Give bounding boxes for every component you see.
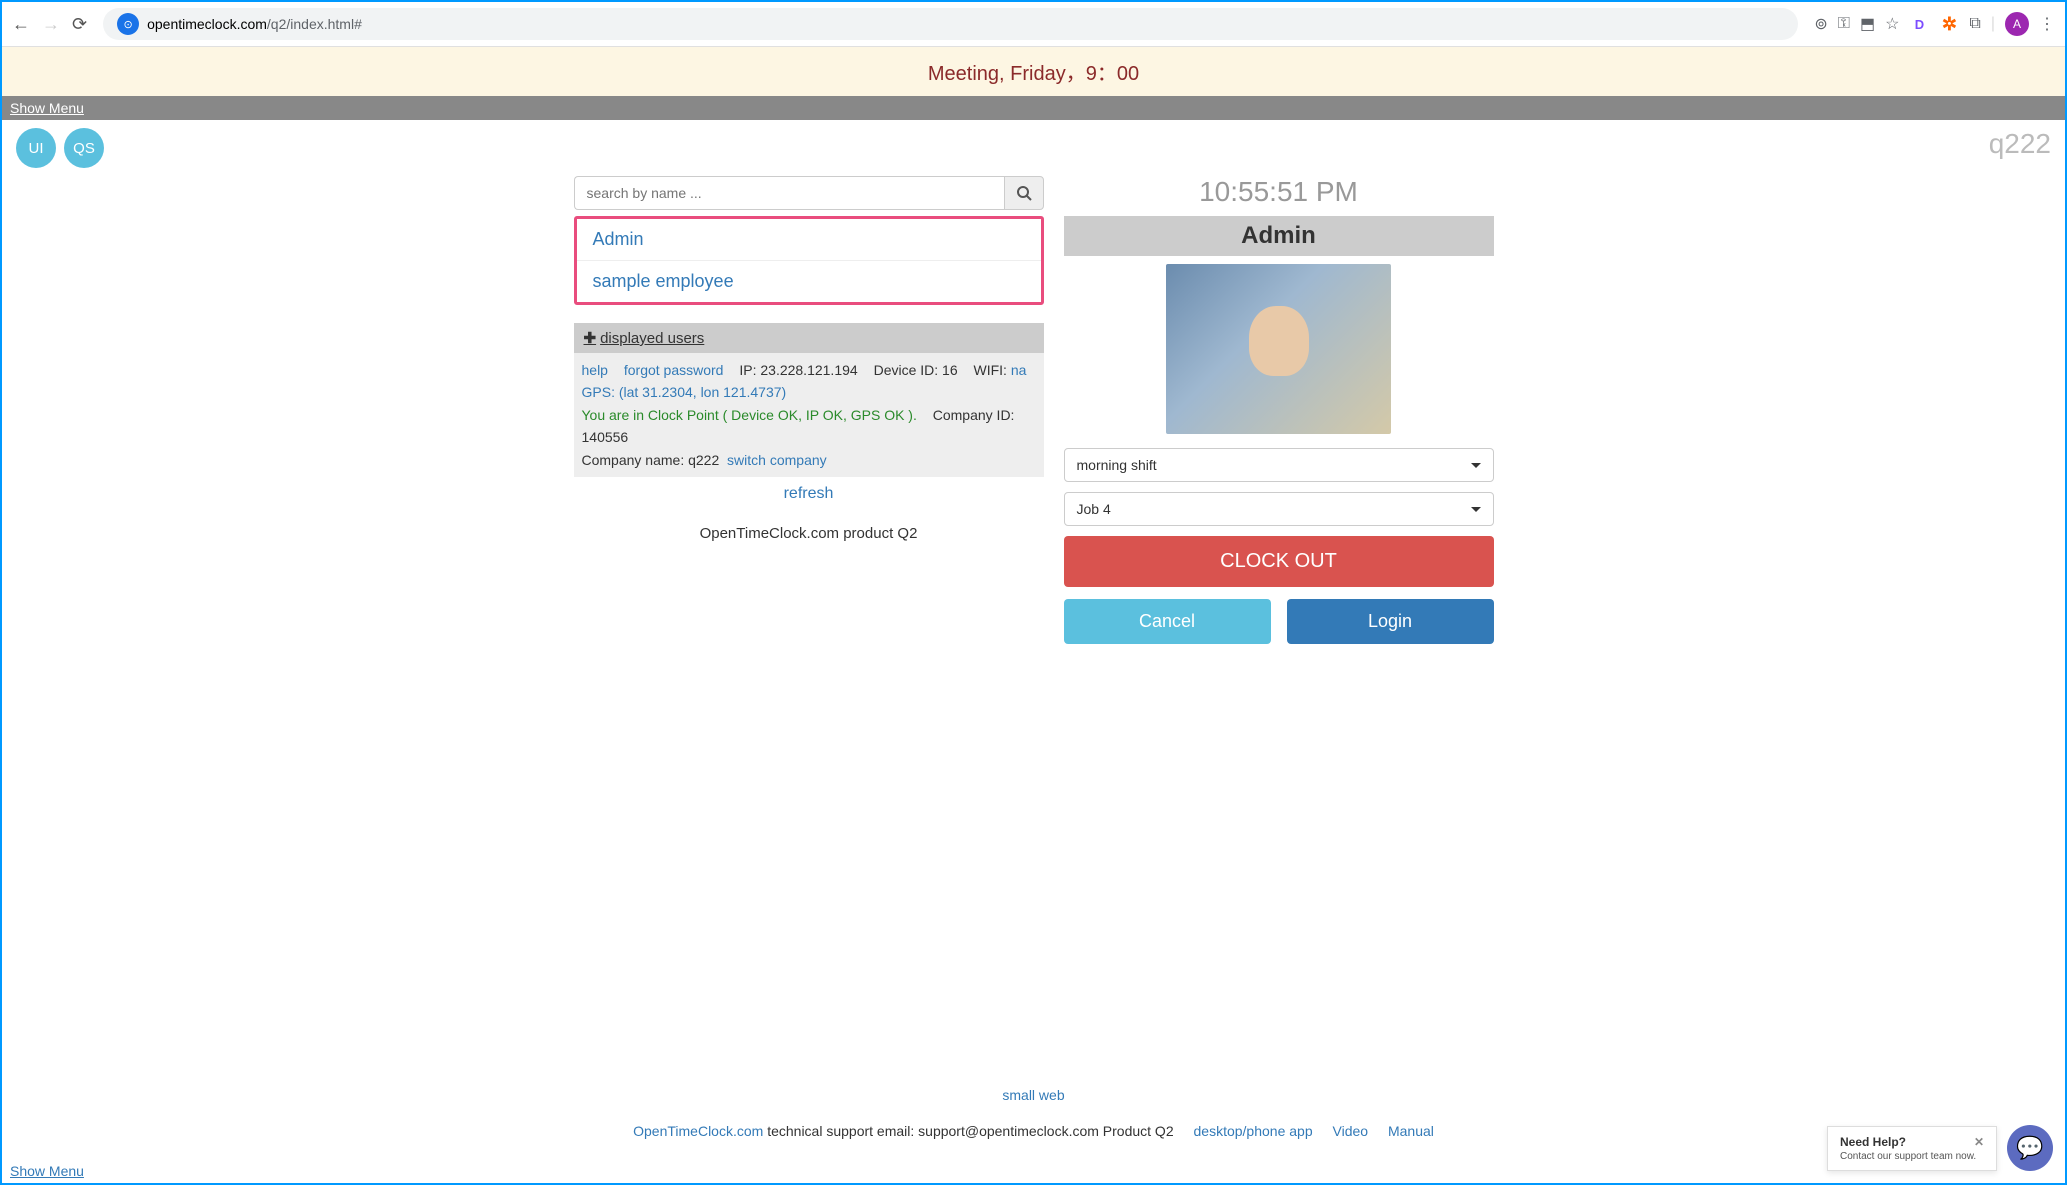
cancel-button[interactable]: Cancel [1064, 599, 1271, 644]
user-photo [1166, 264, 1391, 434]
user-list-item-sample[interactable]: sample employee [577, 261, 1041, 302]
left-column: Admin sample employee ✚displayed users h… [574, 176, 1044, 644]
avatar[interactable]: UI [16, 128, 56, 168]
avatar-group: UI QS [16, 128, 104, 168]
gps-link[interactable]: GPS: (lat 31.2304, lon 121.4737) [582, 384, 787, 400]
manual-link[interactable]: Manual [1388, 1123, 1434, 1139]
extensions-icon[interactable]: ⧉ [1969, 15, 1980, 33]
back-icon[interactable]: ← [12, 14, 30, 35]
avatar[interactable]: QS [64, 128, 104, 168]
kebab-menu-icon[interactable]: ⋮ [2039, 14, 2055, 34]
small-web-link[interactable]: small web [1002, 1087, 1064, 1103]
displayed-users-label: displayed users [600, 330, 704, 347]
location-icon[interactable]: ⊚ [1814, 14, 1827, 34]
user-list-item-admin[interactable]: Admin [577, 219, 1041, 261]
profile-icon[interactable]: A [2005, 12, 2029, 36]
key-icon[interactable]: ⚿ [1838, 15, 1850, 33]
refresh-row: refresh [574, 485, 1044, 503]
chat-bubble-button[interactable]: 💬 [2007, 1125, 2053, 1171]
bookmark-icon[interactable]: ☆ [1885, 14, 1899, 34]
clock-time: 10:55:51 PM [1064, 176, 1494, 208]
footer-line: OpenTimeClock.com technical support emai… [22, 1123, 2045, 1139]
meeting-banner: Meeting, Friday，9：00 [2, 47, 2065, 96]
forgot-password-link[interactable]: forgot password [624, 362, 724, 378]
clock-out-button[interactable]: CLOCK OUT [1064, 536, 1494, 587]
clock-point-status: You are in Clock Point ( Device OK, IP O… [582, 407, 917, 423]
help-link[interactable]: help [582, 362, 608, 378]
reload-icon[interactable]: ⟳ [72, 14, 87, 35]
search-group [574, 176, 1044, 210]
displayed-users-bar[interactable]: ✚displayed users [574, 323, 1044, 353]
plus-icon: ✚ [584, 330, 597, 347]
refresh-link[interactable]: refresh [784, 485, 834, 502]
company-name-label: Company name: q222 [582, 452, 720, 468]
shift-value: morning shift [1077, 457, 1157, 473]
browser-actions: ⊚ ⚿ ⬒ ☆ D ✲ ⧉ | A ⋮ [1814, 12, 2055, 36]
help-widget-subtitle: Contact our support team now. [1840, 1151, 1984, 1162]
switch-company-link[interactable]: switch company [727, 452, 827, 468]
browser-toolbar: ← → ⟳ ⊙ opentimeclock.com/q2/index.html#… [2, 2, 2065, 47]
login-button[interactable]: Login [1287, 599, 1494, 644]
help-widget-title: Need Help? [1840, 1135, 1906, 1149]
product-line: OpenTimeClock.com product Q2 [574, 525, 1044, 542]
show-menu-link-bottom[interactable]: Show Menu [10, 1163, 84, 1179]
show-menu-link[interactable]: Show Menu [10, 100, 84, 116]
device-id-label: Device ID: 16 [874, 362, 958, 378]
wifi-value-link[interactable]: na [1011, 362, 1027, 378]
chevron-down-icon [1471, 507, 1481, 512]
search-button[interactable] [1004, 176, 1044, 210]
otc-link[interactable]: OpenTimeClock.com [633, 1123, 763, 1139]
forward-icon[interactable]: → [42, 14, 60, 35]
video-link[interactable]: Video [1333, 1123, 1369, 1139]
shift-select[interactable]: morning shift [1064, 448, 1494, 482]
install-icon[interactable]: ⬒ [1860, 14, 1875, 34]
site-icon: ⊙ [117, 13, 139, 35]
wifi-label: WIFI: [974, 362, 1007, 378]
selected-user-header: Admin [1064, 216, 1494, 256]
info-block: help forgot password IP: 23.228.121.194 … [574, 353, 1044, 477]
support-text: technical support email: support@opentim… [763, 1123, 1173, 1139]
search-icon [1016, 185, 1032, 201]
main-content: Admin sample employee ✚displayed users h… [2, 176, 2065, 674]
help-widget[interactable]: Need Help? ✕ Contact our support team no… [1827, 1126, 1997, 1171]
extension-d-icon[interactable]: D [1909, 14, 1929, 34]
desktop-app-link[interactable]: desktop/phone app [1194, 1123, 1313, 1139]
job-value: Job 4 [1077, 501, 1111, 517]
footer: small web OpenTimeClock.com technical su… [2, 1077, 2065, 1159]
url-bar[interactable]: ⊙ opentimeclock.com/q2/index.html# [103, 8, 1798, 40]
chevron-down-icon [1471, 463, 1481, 468]
chat-icon: 💬 [2016, 1135, 2043, 1161]
job-select[interactable]: Job 4 [1064, 492, 1494, 526]
top-row: UI QS q222 [2, 120, 2065, 176]
show-menu-bar-bottom: Show Menu [2, 1159, 2065, 1183]
right-column: 10:55:51 PM Admin morning shift Job 4 CL… [1064, 176, 1494, 644]
company-code: q222 [1989, 128, 2051, 160]
user-list: Admin sample employee [574, 216, 1044, 305]
url-text: opentimeclock.com/q2/index.html# [147, 16, 362, 32]
show-menu-bar-top: Show Menu [2, 96, 2065, 120]
ip-label: IP: 23.228.121.194 [739, 362, 857, 378]
close-icon[interactable]: ✕ [1974, 1135, 1984, 1149]
extension-bug-icon[interactable]: ✲ [1939, 14, 1959, 34]
button-row: Cancel Login [1064, 599, 1494, 644]
browser-nav: ← → ⟳ [12, 14, 87, 35]
search-input[interactable] [574, 176, 1004, 210]
